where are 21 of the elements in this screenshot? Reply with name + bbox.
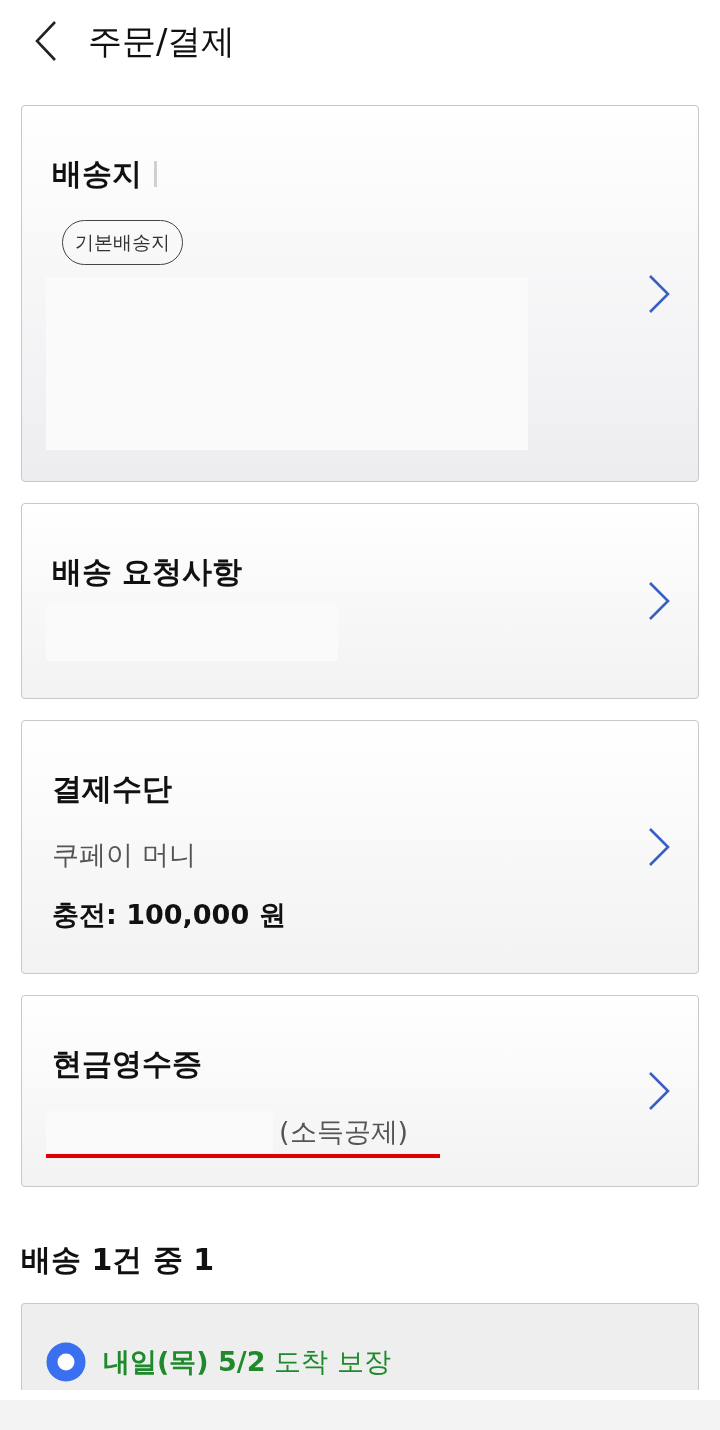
- chevron-right-icon: [648, 828, 670, 866]
- section-title: 배송 요청사항: [52, 553, 243, 591]
- chevron-right-icon: [648, 1072, 670, 1110]
- payment-method: 쿠페이 머니: [52, 838, 196, 872]
- chevron-right-icon: [648, 274, 670, 313]
- shipment-heading: 배송 1건 중 1: [21, 1241, 216, 1279]
- delivery-option[interactable]: 내일(목) 5/2 도착 보장: [46, 1342, 698, 1382]
- balance-text: 충전: 100,000 원: [52, 898, 286, 932]
- deduction-note: (소득공제): [279, 1115, 409, 1149]
- delivery-option-label: 내일(목) 5/2 도착 보장: [103, 1345, 391, 1379]
- section-title: 현금영수증: [52, 1045, 202, 1083]
- section-card[interactable]: 결제수단 쿠페이 머니 충전: 100,000 원: [21, 720, 699, 974]
- radio-icon[interactable]: [46, 1342, 86, 1382]
- back-chevron-icon: [35, 21, 57, 61]
- back-button[interactable]: [33, 19, 59, 63]
- chevron-right-icon: [648, 582, 670, 620]
- page-title: 주문/결제: [88, 20, 236, 63]
- section-card[interactable]: 배송지 기본배송지: [21, 105, 699, 482]
- section-title: 배송지: [52, 155, 142, 193]
- section-card[interactable]: 현금영수증 (소득공제): [21, 995, 699, 1187]
- section-title: 결제수단: [52, 770, 172, 808]
